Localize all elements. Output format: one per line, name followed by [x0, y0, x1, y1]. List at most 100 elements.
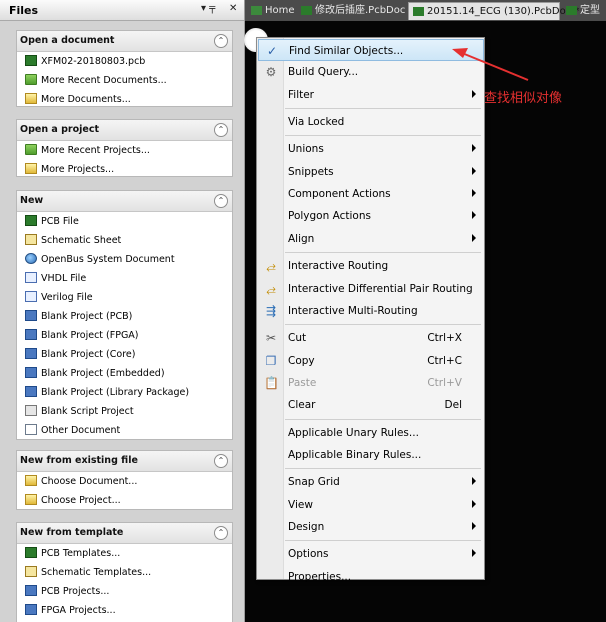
section-title: Open a project — [20, 124, 99, 135]
menu-item-label: Build Query... — [288, 66, 359, 79]
file-link-item[interactable]: PCB File — [17, 212, 232, 231]
file-link-item[interactable]: Schematic Sheet — [17, 231, 232, 250]
folder-icon — [25, 144, 37, 155]
menu-item-label: Filter — [288, 88, 315, 101]
file-link-label: Verilog File — [41, 292, 93, 303]
file-link-item[interactable]: More Projects... — [17, 160, 232, 179]
file-link-item[interactable]: Other Document — [17, 421, 232, 440]
file-link-item[interactable]: More Recent Documents... — [17, 71, 232, 90]
file-link-item[interactable]: FPGA Projects... — [17, 601, 232, 620]
menu-item-clear[interactable]: Clear Del — [258, 394, 484, 416]
collapse-chevron-icon[interactable]: ⌃ — [214, 526, 228, 540]
menu-item-paste[interactable]: 📋 Paste Ctrl+V — [258, 372, 484, 394]
menu-item-view[interactable]: View — [258, 494, 484, 516]
document-tab[interactable]: 20151.14_ECG (130).PcbDoc * — [408, 2, 579, 20]
build-query-icon: ⚙ — [265, 65, 277, 80]
menu-item-build-query[interactable]: ⚙ Build Query... — [258, 61, 484, 83]
file-link-item[interactable]: VHDL File — [17, 269, 232, 288]
panel-pin-icon[interactable]: ▾ ╤ — [201, 3, 215, 14]
files-section: New ⌃ PCB File Schematic Sheet OpenBus Syste… — [16, 190, 233, 440]
menu-item-applicable-binary-rules[interactable]: Applicable Binary Rules... — [258, 444, 484, 466]
submenu-arrow-icon — [472, 522, 476, 530]
home-icon — [251, 6, 262, 15]
document-tab-bar: Home 修改后插座.PcbDoc 20151.14_ECG (130).PcbDo… — [245, 0, 606, 21]
section-title: New from template — [20, 527, 124, 538]
project-icon — [25, 367, 37, 378]
vhdl-icon — [25, 272, 37, 283]
menu-item-interactive-routing[interactable]: ⥄ Interactive Routing — [258, 255, 484, 277]
menu-item-align[interactable]: Align — [258, 228, 484, 250]
file-link-label: XFM02-20180803.pcb — [41, 56, 146, 67]
collapse-chevron-icon[interactable]: ⌃ — [214, 454, 228, 468]
collapse-chevron-icon[interactable]: ⌃ — [214, 123, 228, 137]
file-link-item[interactable]: Blank Project (FPGA) — [17, 326, 232, 345]
menu-item-filter[interactable]: Filter — [258, 84, 484, 106]
menu-item-applicable-unary-rules[interactable]: Applicable Unary Rules... — [258, 422, 484, 444]
file-link-item[interactable]: Schematic Templates... — [17, 563, 232, 582]
file-link-item[interactable]: More Documents... — [17, 90, 232, 109]
submenu-arrow-icon — [472, 144, 476, 153]
menu-shortcut: Ctrl+X — [427, 332, 462, 345]
menu-item-design[interactable]: Design — [258, 516, 484, 538]
openbus-icon — [25, 253, 37, 264]
menu-item-component-actions[interactable]: Component Actions — [258, 183, 484, 205]
menu-item-polygon-actions[interactable]: Polygon Actions — [258, 205, 484, 227]
menu-item-copy[interactable]: ❐ Copy Ctrl+C — [258, 350, 484, 372]
interactive-routing-icon: ⥄ — [266, 259, 276, 274]
file-link-item[interactable]: PCB Templates... — [17, 544, 232, 563]
file-link-item[interactable]: Choose Document... — [17, 472, 232, 491]
submenu-arrow-icon — [472, 477, 476, 486]
menu-item-label: Interactive Differential Pair Routing — [288, 282, 473, 295]
menu-item-via-locked[interactable]: Via Locked — [258, 111, 484, 133]
section-header[interactable]: New from template ⌃ — [17, 523, 232, 544]
schematic-icon — [25, 566, 37, 577]
file-link-item[interactable]: Blank Project (Library Package) — [17, 383, 232, 402]
document-tab[interactable]: 定型 — [562, 2, 606, 20]
menu-item-options[interactable]: Options — [258, 543, 484, 565]
project-icon — [25, 329, 37, 340]
menu-shortcut: Ctrl+V — [427, 376, 462, 389]
document-tab[interactable]: 修改后插座.PcbDoc — [297, 2, 405, 20]
file-link-item[interactable]: XFM02-20180803.pcb — [17, 52, 232, 71]
files-panel-title: Files — [9, 4, 39, 17]
file-link-item[interactable]: More Recent Projects... — [17, 141, 232, 160]
file-link-item[interactable]: Blank Project (Core) — [17, 345, 232, 364]
section-title: New — [20, 195, 44, 206]
menu-item-interactive-multi-routing[interactable]: ⇶ Interactive Multi-Routing — [258, 300, 484, 322]
document-tab[interactable]: Home — [247, 2, 295, 20]
collapse-chevron-icon[interactable]: ⌃ — [214, 34, 228, 48]
menu-item-unions[interactable]: Unions — [258, 138, 484, 160]
menu-item-cut[interactable]: ✂ Cut Ctrl+X — [258, 327, 484, 349]
file-link-item[interactable]: Blank Project (PCB) — [17, 307, 232, 326]
file-link-item[interactable]: Verilog File — [17, 288, 232, 307]
file-link-label: Choose Document... — [41, 476, 138, 487]
section-header[interactable]: New ⌃ — [17, 191, 232, 212]
section-title: Open a document — [20, 35, 115, 46]
menu-item-find-similar-objects[interactable]: ✓ Find Similar Objects... — [258, 39, 484, 61]
verilog-icon — [25, 291, 37, 302]
find-similar-icon: ✓ — [266, 44, 278, 58]
file-link-item[interactable]: OpenBus System Document — [17, 250, 232, 269]
file-link-item[interactable]: Choose Project... — [17, 491, 232, 510]
panel-close-icon[interactable]: ✕ — [229, 3, 237, 14]
collapse-chevron-icon[interactable]: ⌃ — [214, 194, 228, 208]
section-title: New from existing file — [20, 455, 138, 466]
file-link-item[interactable]: Blank Script Project — [17, 402, 232, 421]
open-folder-icon — [25, 163, 37, 174]
section-header[interactable]: Open a document ⌃ — [17, 31, 232, 52]
menu-item-label: Via Locked — [288, 116, 345, 129]
file-link-item[interactable]: PCB Projects... — [17, 582, 232, 601]
section-header[interactable]: New from existing file ⌃ — [17, 451, 232, 472]
menu-item-label: Interactive Multi-Routing — [288, 304, 418, 317]
menu-item-properties[interactable]: Properties... — [258, 566, 484, 588]
document-icon — [25, 424, 37, 435]
menu-item-snippets[interactable]: Snippets — [258, 161, 484, 183]
submenu-arrow-icon — [472, 166, 476, 175]
section-header[interactable]: Open a project ⌃ — [17, 120, 232, 141]
menu-item-snap-grid[interactable]: Snap Grid — [258, 471, 484, 493]
file-link-item[interactable]: Blank Project (Embedded) — [17, 364, 232, 383]
open-folder-icon — [25, 494, 37, 505]
tab-label: 20151.14_ECG (130).PcbDoc * — [427, 6, 580, 17]
project-icon — [25, 585, 37, 596]
menu-item-interactive-differential-pair-routing[interactable]: ⥄ Interactive Differential Pair Routing — [258, 278, 484, 300]
